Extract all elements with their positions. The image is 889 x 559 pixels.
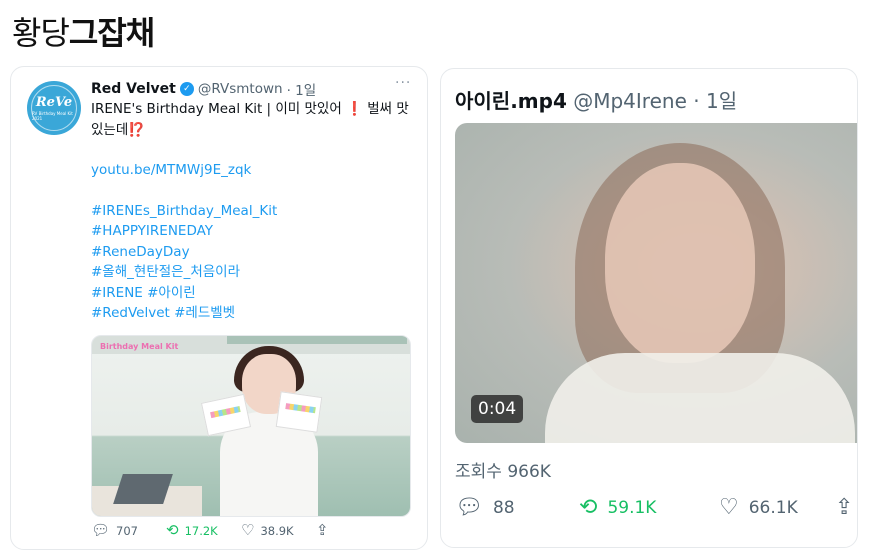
author-handle[interactable]: @RVsmtown bbox=[198, 81, 283, 97]
hashtag[interactable]: #IRENEs_Birthday_Meal_Kit bbox=[91, 201, 417, 222]
tweet-time[interactable]: · 1일 bbox=[693, 89, 737, 113]
video-person-face bbox=[605, 163, 755, 363]
retweet-count: 59.1K bbox=[607, 498, 657, 518]
retweet-button[interactable]: ⟲ 59.1K bbox=[579, 497, 719, 519]
tweet-card-redvelvet[interactable]: ReVe RV Birthday Meal Kit 2021 Red Velve… bbox=[10, 66, 428, 550]
hashtag[interactable]: #IRENE #아이린 bbox=[91, 283, 417, 304]
heart-icon: ♡ bbox=[241, 521, 255, 539]
tweet-card-mp4irene[interactable]: 아이린.mp4 @Mp4Irene · 1일 0:04 조회수 966K 💬︎ … bbox=[440, 68, 858, 548]
retweet-icon: ⟲ bbox=[166, 521, 179, 539]
author-name[interactable]: 아이린.mp4 bbox=[455, 89, 567, 113]
share-icon: ⇪ bbox=[835, 495, 854, 520]
author-name[interactable]: Red Velvet bbox=[91, 81, 176, 97]
retweet-icon: ⟲ bbox=[579, 495, 598, 520]
hashtag[interactable]: #HAPPYIRENEDAY bbox=[91, 221, 417, 242]
reply-icon: 💬︎ bbox=[455, 495, 483, 520]
video-duration: 0:04 bbox=[471, 395, 524, 423]
tweet-media-image[interactable]: Birthday Meal Kit bbox=[91, 335, 411, 517]
reply-icon: 💬︎ bbox=[91, 521, 111, 539]
like-button[interactable]: ♡ 38.9K bbox=[241, 523, 316, 538]
avatar-logo-text: ReVe bbox=[35, 95, 73, 110]
reply-count: 707 bbox=[116, 523, 138, 538]
tweet-video[interactable]: 0:04 bbox=[455, 123, 857, 443]
verified-icon: ✓ bbox=[179, 82, 194, 96]
reply-button[interactable]: 💬︎ 707 bbox=[91, 523, 166, 538]
page-title: 황당그잡채 bbox=[12, 8, 155, 54]
retweet-count: 17.2K bbox=[184, 523, 218, 538]
tweet-actions: 💬︎ 707 ⟲ 17.2K ♡ 38.9K ⇪ bbox=[91, 523, 391, 538]
interrobang-icon: ⁉️ bbox=[128, 121, 146, 138]
heart-icon: ♡ bbox=[719, 495, 739, 520]
media-card-right bbox=[275, 391, 323, 433]
avatar-logo-sub: RV Birthday Meal Kit 2021 bbox=[32, 111, 73, 121]
author-handle[interactable]: @Mp4Irene bbox=[573, 89, 687, 113]
view-count: 조회수 966K bbox=[455, 462, 551, 482]
tweet-link[interactable]: youtu.be/MTMWj9E_zqk bbox=[91, 160, 417, 181]
video-person-shirt bbox=[545, 353, 855, 443]
like-button[interactable]: ♡ 66.1K bbox=[719, 497, 835, 519]
avatar-logo: ReVe RV Birthday Meal Kit 2021 bbox=[31, 85, 77, 131]
retweet-button[interactable]: ⟲ 17.2K bbox=[166, 523, 241, 538]
avatar[interactable]: ReVe RV Birthday Meal Kit 2021 bbox=[27, 81, 81, 135]
tweet-header: Red Velvet ✓ @RVsmtown · 1일 bbox=[91, 79, 316, 99]
exclamation-icon: ❗ bbox=[346, 101, 363, 117]
tweet-text-line1: IRENE's Birthday Meal Kit | 이미 맛있어 bbox=[91, 101, 342, 117]
tweet-text: IRENE's Birthday Meal Kit | 이미 맛있어 ❗ 벌써 … bbox=[91, 99, 417, 324]
media-shelf bbox=[227, 336, 407, 344]
media-logo: Birthday Meal Kit bbox=[100, 342, 179, 351]
hashtag[interactable]: #RedVelvet #레드벨벳 bbox=[91, 303, 417, 324]
more-options-icon[interactable]: ··· bbox=[395, 75, 411, 91]
like-count: 66.1K bbox=[748, 498, 798, 518]
hashtag[interactable]: #올해_현탄절은_처음이라 bbox=[91, 262, 417, 283]
like-count: 38.9K bbox=[260, 523, 294, 538]
share-icon: ⇪ bbox=[316, 521, 329, 539]
reply-count: 88 bbox=[492, 498, 515, 518]
reply-button[interactable]: 💬︎ 88 bbox=[455, 497, 579, 519]
tweet-header: 아이린.mp4 @Mp4Irene · 1일 bbox=[455, 85, 737, 114]
page-title-part1: 황당 bbox=[12, 14, 70, 52]
media-laptop bbox=[113, 474, 173, 504]
tweet-time[interactable]: · 1일 bbox=[287, 79, 317, 99]
tweet-actions: 💬︎ 88 ⟲ 59.1K ♡ 66.1K ⇪ bbox=[455, 497, 857, 519]
share-button[interactable]: ⇪ bbox=[835, 497, 853, 519]
page-title-part2: 그잡채 bbox=[68, 14, 155, 52]
hashtag[interactable]: #ReneDayDay bbox=[91, 242, 417, 263]
share-button[interactable]: ⇪ bbox=[316, 523, 391, 538]
